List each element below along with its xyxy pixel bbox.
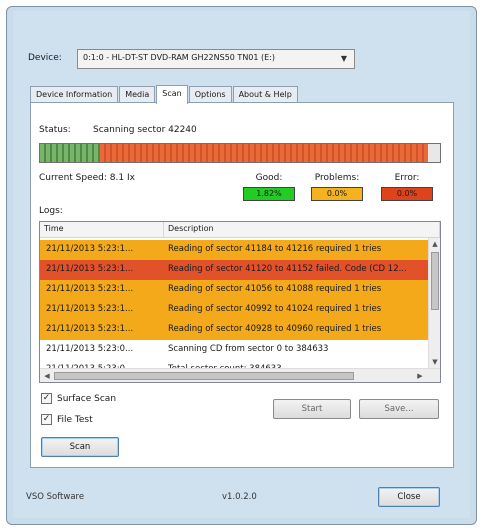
vendor-label: VSO Software — [26, 492, 85, 502]
scroll-right-icon[interactable]: ▶ — [414, 370, 426, 382]
save-button[interactable]: Save... — [359, 399, 439, 419]
column-header-time[interactable]: Time — [40, 222, 164, 238]
start-button[interactable]: Start — [273, 399, 351, 419]
status-value: Scanning sector 42240 — [93, 125, 197, 135]
file-test-label: File Test — [57, 414, 93, 425]
tab-media[interactable]: Media — [119, 86, 156, 103]
vertical-scroll-thumb[interactable] — [431, 252, 439, 310]
log-description-cell: Reading of sector 41120 to 41152 failed.… — [168, 264, 407, 274]
surface-scan-option[interactable]: ✓ Surface Scan — [41, 393, 116, 404]
log-row[interactable]: 21/11/2013 5:23:1... Reading of sector 41… — [40, 240, 430, 260]
log-table[interactable]: Time Description 21/11/2013 5:23:1... Rea… — [39, 221, 441, 383]
surface-scan-label: Surface Scan — [57, 393, 117, 404]
device-label: Device: — [28, 53, 62, 63]
log-description-cell: Reading of sector 41056 to 41088 require… — [168, 284, 382, 294]
log-row[interactable]: 21/11/2013 5:23:1... Reading of sector 41… — [40, 260, 430, 280]
device-select[interactable]: 0:1:0 - HL-DT-ST DVD-RAM GH22NS50 TN01 (… — [77, 49, 355, 69]
scroll-left-icon[interactable]: ◀ — [41, 370, 53, 382]
scroll-up-icon[interactable]: ▲ — [429, 238, 440, 250]
file-test-option[interactable]: ✓ File Test — [41, 414, 93, 425]
column-header-description[interactable]: Description — [164, 222, 440, 238]
current-speed: Current Speed: 8.1 Ix — [39, 173, 135, 183]
log-rows: 21/11/2013 5:23:1... Reading of sector 41… — [40, 240, 430, 380]
tab-bar: Device Information Media Scan Options Ab… — [30, 85, 299, 104]
scan-panel: Status: Scanning sector 42240 Current Sp… — [30, 102, 454, 468]
tab-about-help[interactable]: About & Help — [232, 86, 298, 103]
horizontal-scrollbar[interactable]: ◀ ▶ — [40, 368, 440, 382]
log-description-cell: Scanning CD from sector 0 to 384633 — [168, 344, 329, 354]
log-row[interactable]: 21/11/2013 5:23:1... Reading of sector 40… — [40, 320, 430, 340]
good-value-badge: 1.82% — [243, 187, 295, 201]
problems-label: Problems: — [314, 173, 360, 183]
version-label: v1.0.2.0 — [222, 492, 257, 502]
log-row[interactable]: 21/11/2013 5:23:0... Scanning CD from sec… — [40, 340, 430, 360]
tab-scan[interactable]: Scan — [156, 85, 188, 104]
scan-button[interactable]: Scan — [41, 437, 119, 457]
log-time-cell: 21/11/2013 5:23:1... — [46, 324, 134, 334]
problems-value-badge: 0.0% — [311, 187, 363, 201]
log-time-cell: 21/11/2013 5:23:1... — [46, 304, 134, 314]
scroll-down-icon[interactable]: ▼ — [429, 356, 440, 368]
log-time-cell: 21/11/2013 5:23:1... — [46, 264, 134, 274]
log-time-cell: 21/11/2013 5:23:1... — [46, 284, 134, 294]
close-button[interactable]: Close — [378, 487, 440, 507]
device-select-value: 0:1:0 - HL-DT-ST DVD-RAM GH22NS50 TN01 (… — [83, 53, 276, 62]
progress-good-segment — [40, 144, 100, 162]
errors-value-badge: 0.0% — [381, 187, 433, 201]
surface-scan-checkbox[interactable]: ✓ — [41, 393, 52, 404]
log-time-cell: 21/11/2013 5:23:1... — [46, 244, 134, 254]
good-label: Good: — [255, 173, 283, 183]
tab-options[interactable]: Options — [188, 86, 232, 103]
log-time-cell: 21/11/2013 5:23:0... — [46, 344, 134, 354]
logs-label: Logs: — [39, 206, 63, 216]
scan-progress-bar — [39, 143, 441, 163]
log-description-cell: Reading of sector 41184 to 41216 require… — [168, 244, 382, 254]
chevron-down-icon: ▼ — [340, 54, 348, 63]
vertical-scrollbar[interactable]: ▲ ▼ — [428, 238, 440, 368]
log-description-cell: Reading of sector 40928 to 40960 require… — [168, 324, 382, 334]
file-test-checkbox[interactable]: ✓ — [41, 414, 52, 425]
tab-device-information[interactable]: Device Information — [30, 86, 119, 103]
horizontal-scroll-thumb[interactable] — [54, 372, 354, 380]
errors-label: Error: — [394, 173, 420, 183]
log-row[interactable]: 21/11/2013 5:23:1... Reading of sector 41… — [40, 280, 430, 300]
log-row[interactable]: 21/11/2013 5:23:1... Reading of sector 40… — [40, 300, 430, 320]
log-table-header: Time Description — [40, 222, 440, 238]
status-label: Status: — [39, 125, 71, 135]
log-description-cell: Reading of sector 40992 to 41024 require… — [168, 304, 382, 314]
